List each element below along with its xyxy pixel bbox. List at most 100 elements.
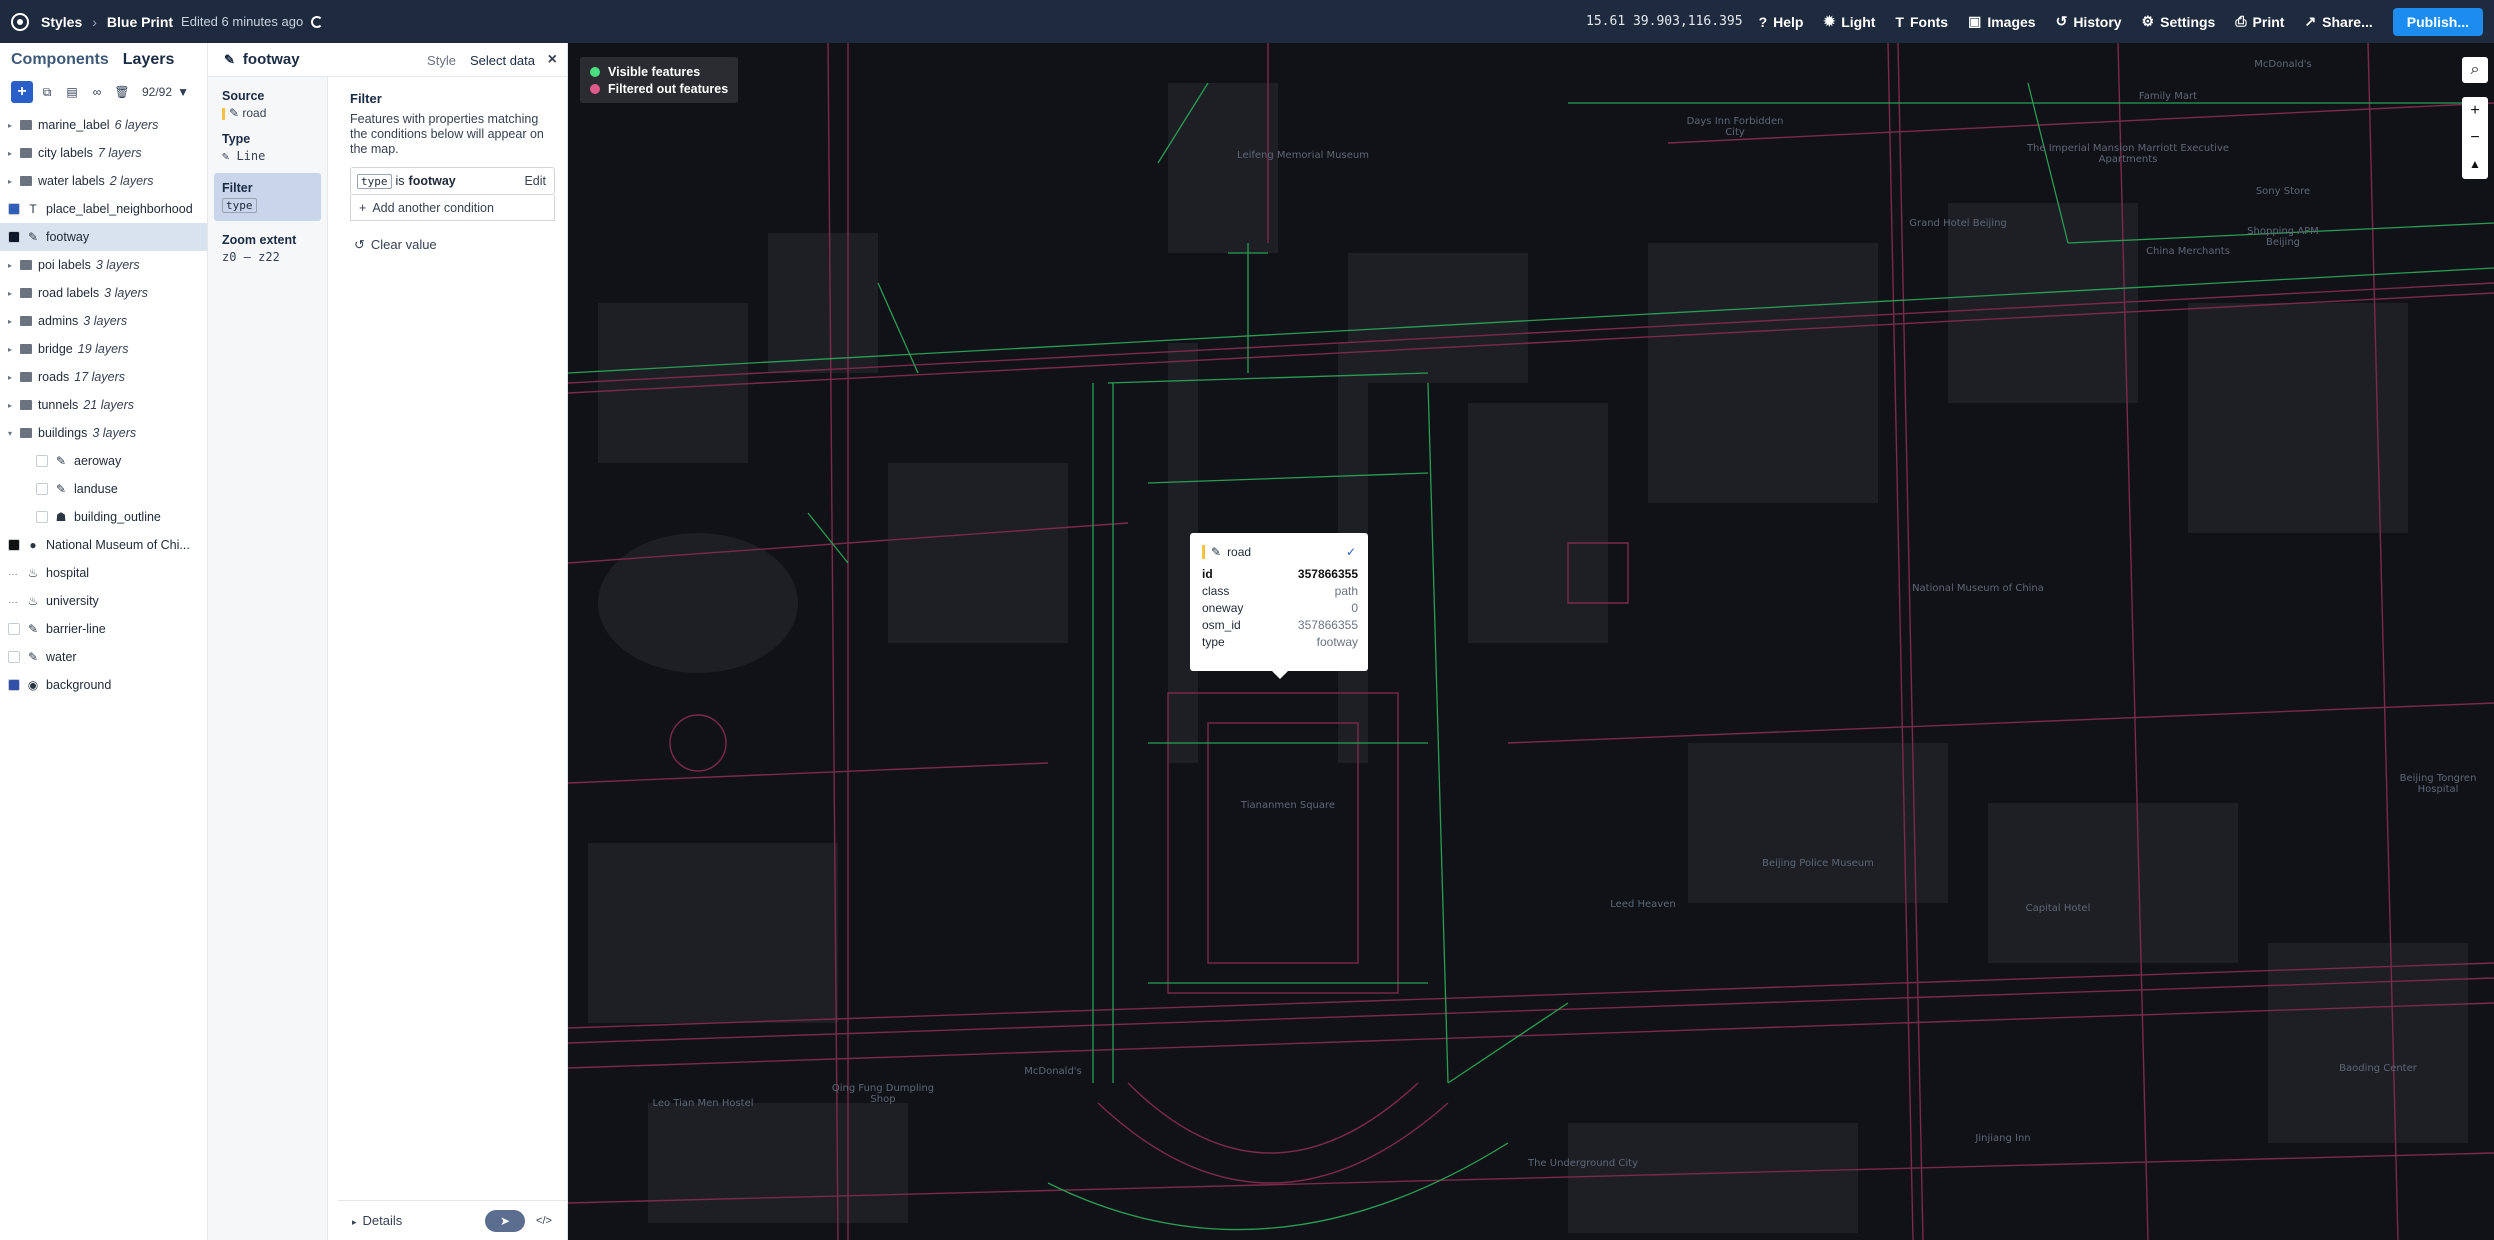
images-button[interactable]: ▣ Images — [1968, 13, 2035, 30]
zoom-in-icon[interactable]: + — [2470, 97, 2479, 124]
layer-row-bridge[interactable]: ▸ bridge 19 layers — [0, 335, 207, 363]
style-name[interactable]: Blue Print — [107, 14, 173, 30]
color-swatch[interactable] — [8, 651, 20, 663]
zoom-controls: + − ▲ — [2462, 97, 2488, 179]
layer-row-city-labels[interactable]: ▸ city labels 7 layers — [0, 139, 207, 167]
tab-select-data[interactable]: Select data — [470, 53, 535, 68]
map-label: Baoding Center — [2339, 1063, 2417, 1074]
layer-row-landuse[interactable]: ✎ landuse — [0, 475, 207, 503]
color-swatch[interactable] — [8, 539, 20, 551]
color-swatch[interactable] — [8, 623, 20, 635]
check-icon: ✓ — [1345, 545, 1356, 559]
tab-layers[interactable]: Layers — [123, 51, 175, 69]
caret-right-icon[interactable]: ▸ — [8, 289, 20, 298]
caret-right-icon[interactable]: ▸ — [8, 373, 20, 382]
layer-row-roads[interactable]: ▸ roads 17 layers — [0, 363, 207, 391]
help-icon: ? — [1758, 13, 1768, 30]
popup-header[interactable]: ✎ road ✓ — [1190, 539, 1368, 565]
layer-row-barrier-line[interactable]: ✎ barrier-line — [0, 615, 207, 643]
property-key: id — [1202, 566, 1213, 581]
layer-row-footway[interactable]: ✎ footway — [0, 223, 207, 251]
color-swatch[interactable] — [8, 679, 20, 691]
layer-name: poi labels — [38, 258, 91, 272]
map-search-button[interactable]: ⌕ — [2462, 57, 2488, 83]
light-button[interactable]: ✹ Light — [1823, 13, 1875, 30]
color-swatch[interactable] — [8, 203, 20, 215]
color-swatch[interactable] — [36, 511, 48, 523]
caret-right-icon[interactable]: ▸ — [8, 345, 20, 354]
caret-right-icon[interactable]: ▸ — [8, 317, 20, 326]
source-section[interactable]: Source ✎ road — [208, 77, 327, 120]
edit-condition-button[interactable]: Edit — [524, 174, 546, 188]
add-layer-button[interactable]: + — [11, 81, 33, 103]
coordinates-readout: 15.61 39.903,116.395 — [1586, 14, 1743, 29]
footway-line — [1047, 1142, 1509, 1231]
add-condition-button[interactable]: + Add another condition — [350, 195, 555, 221]
close-icon[interactable]: × — [548, 51, 557, 69]
layer-row-water[interactable]: ✎ water — [0, 643, 207, 671]
undo-icon: ↺ — [354, 237, 365, 252]
tab-components[interactable]: Components — [11, 51, 109, 69]
caret-right-icon[interactable]: ▸ — [8, 121, 20, 130]
link-icon[interactable]: ∞ — [86, 81, 108, 103]
type-section[interactable]: Type ✎ Line — [208, 120, 327, 163]
road-line — [568, 1002, 2494, 1069]
compass-icon[interactable]: ▲ — [2469, 151, 2481, 178]
caret-right-icon[interactable]: ▸ — [8, 401, 20, 410]
layer-row-tunnels[interactable]: ▸ tunnels 21 layers — [0, 391, 207, 419]
caret-right-icon[interactable]: ▸ — [8, 149, 20, 158]
layer-row-national-museum-of-chi-[interactable]: ● National Museum of Chi... — [0, 531, 207, 559]
layer-title[interactable]: footway — [243, 51, 300, 68]
filter-section[interactable]: Filter type — [214, 173, 321, 221]
layer-row-university[interactable]: … ♨ university — [0, 587, 207, 615]
layer-row-hospital[interactable]: … ♨ hospital — [0, 559, 207, 587]
color-swatch[interactable] — [36, 455, 48, 467]
fonts-button[interactable]: T Fonts — [1895, 14, 1948, 30]
layer-row-place-label-neighborhood[interactable]: Tplace_label_neighborhood — [0, 195, 207, 223]
layer-row-water-labels[interactable]: ▸ water labels 2 layers — [0, 167, 207, 195]
condition-operator: is — [395, 174, 405, 188]
settings-button[interactable]: ⚙ Settings — [2142, 13, 2216, 30]
map-canvas[interactable]: Days Inn Forbidden City Leifeng Memorial… — [568, 43, 2494, 1240]
caret-right-icon[interactable]: ▸ — [8, 261, 20, 270]
caret-down-icon[interactable]: ▾ — [8, 429, 20, 438]
history-button[interactable]: ↺ History — [2056, 13, 2122, 30]
layer-row-building-outline[interactable]: ☗ building_outline — [0, 503, 207, 531]
select-mode-icon[interactable]: ➤ — [485, 1209, 525, 1232]
layer-row-marine-label[interactable]: ▸ marine_label 6 layers — [0, 111, 207, 139]
publish-button[interactable]: Publish... — [2392, 7, 2483, 36]
layer-row-background[interactable]: ◉ background — [0, 671, 207, 699]
filter-condition[interactable]: type is footway Edit — [350, 167, 555, 195]
clear-value-button[interactable]: ↺ Clear value — [350, 237, 555, 253]
mapbox-logo-icon[interactable] — [11, 12, 29, 31]
print-button[interactable]: ⎙ Print — [2235, 13, 2284, 30]
help-button[interactable]: ? Help — [1759, 14, 1804, 30]
color-swatch[interactable] — [8, 231, 20, 243]
layer-list: ▸ marine_label 6 layers ▸ city labels 7 layer… — [0, 111, 207, 699]
details-toggle[interactable]: ▸ Details — [352, 1213, 402, 1228]
layer-row-aeroway[interactable]: ✎ aeroway — [0, 447, 207, 475]
group-icon[interactable]: ▤ — [61, 81, 83, 103]
code-view-icon[interactable]: </> — [531, 1210, 557, 1232]
layer-row-road-labels[interactable]: ▸ road labels 3 layers — [0, 279, 207, 307]
delete-icon[interactable]: 🗑 — [111, 81, 133, 103]
layer-name: bridge — [38, 342, 73, 356]
zoom-section[interactable]: Zoom extent z0 – z22 — [208, 221, 327, 264]
layer-toolbar: + ⧉ ▤ ∞ 🗑 92/92 ▼ — [0, 77, 207, 107]
layer-row-poi-labels[interactable]: ▸ poi labels 3 layers — [0, 251, 207, 279]
source-color-bar — [1202, 545, 1205, 559]
color-swatch[interactable] — [36, 483, 48, 495]
layer-row-admins[interactable]: ▸ admins 3 layers — [0, 307, 207, 335]
layer-name: road labels — [38, 286, 100, 300]
layer-name: hospital — [46, 566, 90, 580]
tab-style[interactable]: Style — [427, 53, 456, 68]
share-button[interactable]: ↗ Share... — [2304, 13, 2372, 30]
layer-row-buildings[interactable]: ▾ buildings 3 layers — [0, 419, 207, 447]
caret-right-icon[interactable]: ▸ — [8, 177, 20, 186]
map-label: Days Inn Forbidden City — [1686, 116, 1784, 138]
zoom-out-icon[interactable]: − — [2470, 124, 2479, 151]
styles-link[interactable]: Styles — [41, 14, 82, 30]
building — [768, 233, 878, 373]
filter-icon[interactable]: ▼ — [172, 81, 194, 103]
duplicate-icon[interactable]: ⧉ — [36, 81, 58, 103]
